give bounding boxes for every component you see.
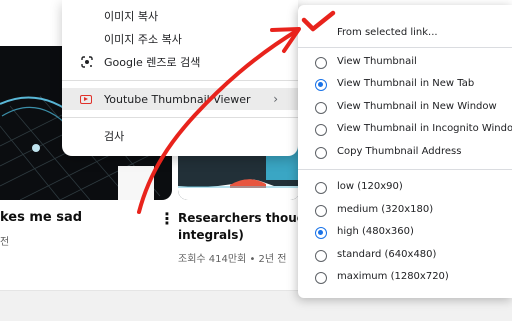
option-label: standard (640x480) [337, 249, 437, 260]
menu-item-label: Youtube Thumbnail Viewer [104, 92, 251, 106]
submenu-header: From selected link... [337, 27, 438, 38]
menu-item-label: 이미지 주소 복사 [104, 33, 182, 46]
menu-item-copy-image-address[interactable]: 이미지 주소 복사 [62, 28, 298, 50]
thumbnail-viewer-submenu: From selected link... View Thumbnail Vie… [298, 5, 512, 298]
lens-icon [80, 55, 94, 69]
menu-item-copy-image[interactable]: 이미지 복사 [62, 5, 298, 27]
menu-item-inspect[interactable]: 검사 [62, 125, 298, 147]
submenu-separator [298, 169, 512, 170]
size-option-high[interactable]: high (480x360) [298, 222, 512, 244]
option-view-thumbnail[interactable]: View Thumbnail [298, 52, 512, 74]
option-label: medium (320x180) [337, 204, 434, 215]
option-label: View Thumbnail in New Window [337, 101, 497, 112]
radio-button[interactable] [315, 272, 327, 284]
context-menu: 이미지 복사 이미지 주소 복사 Google 렌즈로 검색 Youtube T… [62, 0, 298, 156]
youtube-icon [80, 95, 92, 104]
more-options-icon[interactable]: ⋮ [159, 209, 175, 228]
menu-item-label: 이미지 복사 [104, 10, 159, 23]
radio-button[interactable] [315, 205, 327, 217]
option-label: View Thumbnail in New Tab [337, 78, 475, 89]
submenu-separator [298, 47, 512, 48]
menu-item-google-lens[interactable]: Google 렌즈로 검색 [62, 51, 298, 73]
option-copy-thumbnail-address[interactable]: Copy Thumbnail Address [298, 142, 512, 164]
radio-button[interactable] [315, 102, 327, 114]
option-view-thumbnail-new-tab[interactable]: View Thumbnail in New Tab [298, 74, 512, 96]
option-label: low (120x90) [337, 181, 403, 192]
radio-button-checked[interactable] [315, 79, 327, 91]
video-meta-left: 전 [0, 237, 10, 248]
radio-button[interactable] [315, 250, 327, 262]
option-label: maximum (1280x720) [337, 271, 449, 282]
size-option-medium[interactable]: medium (320x180) [298, 200, 512, 222]
thumbnail-panel [118, 166, 154, 200]
video-title-right[interactable]: Researchers thought thi integrals) [178, 210, 302, 244]
video-meta-right: 조회수 414만회 • 2년 전 [178, 254, 287, 265]
menu-item-label: 검사 [104, 130, 125, 143]
chevron-right-icon: › [273, 92, 278, 106]
option-label: high (480x360) [337, 226, 414, 237]
radio-button[interactable] [315, 57, 327, 69]
video-title-left[interactable]: kes me sad [0, 210, 82, 225]
radio-button[interactable] [315, 182, 327, 194]
size-option-maximum[interactable]: maximum (1280x720) [298, 267, 512, 289]
option-view-thumbnail-incognito[interactable]: View Thumbnail in Incognito Window [298, 119, 512, 141]
video-title-line-1: Researchers thought thi [178, 211, 302, 225]
option-label: View Thumbnail [337, 56, 417, 67]
size-option-low[interactable]: low (120x90) [298, 177, 512, 199]
size-option-standard[interactable]: standard (640x480) [298, 245, 512, 267]
menu-item-label: Google 렌즈로 검색 [104, 56, 201, 69]
option-label: Copy Thumbnail Address [337, 146, 462, 157]
menu-separator [62, 80, 298, 81]
radio-button-checked[interactable] [315, 227, 327, 239]
video-title-line-2: integrals) [178, 228, 244, 242]
option-label: View Thumbnail in Incognito Window [337, 123, 512, 134]
option-view-thumbnail-new-window[interactable]: View Thumbnail in New Window [298, 97, 512, 119]
radio-button[interactable] [315, 124, 327, 136]
radio-button[interactable] [315, 147, 327, 159]
menu-separator [62, 117, 298, 118]
menu-item-youtube-thumbnail-viewer[interactable]: Youtube Thumbnail Viewer › [62, 88, 298, 110]
